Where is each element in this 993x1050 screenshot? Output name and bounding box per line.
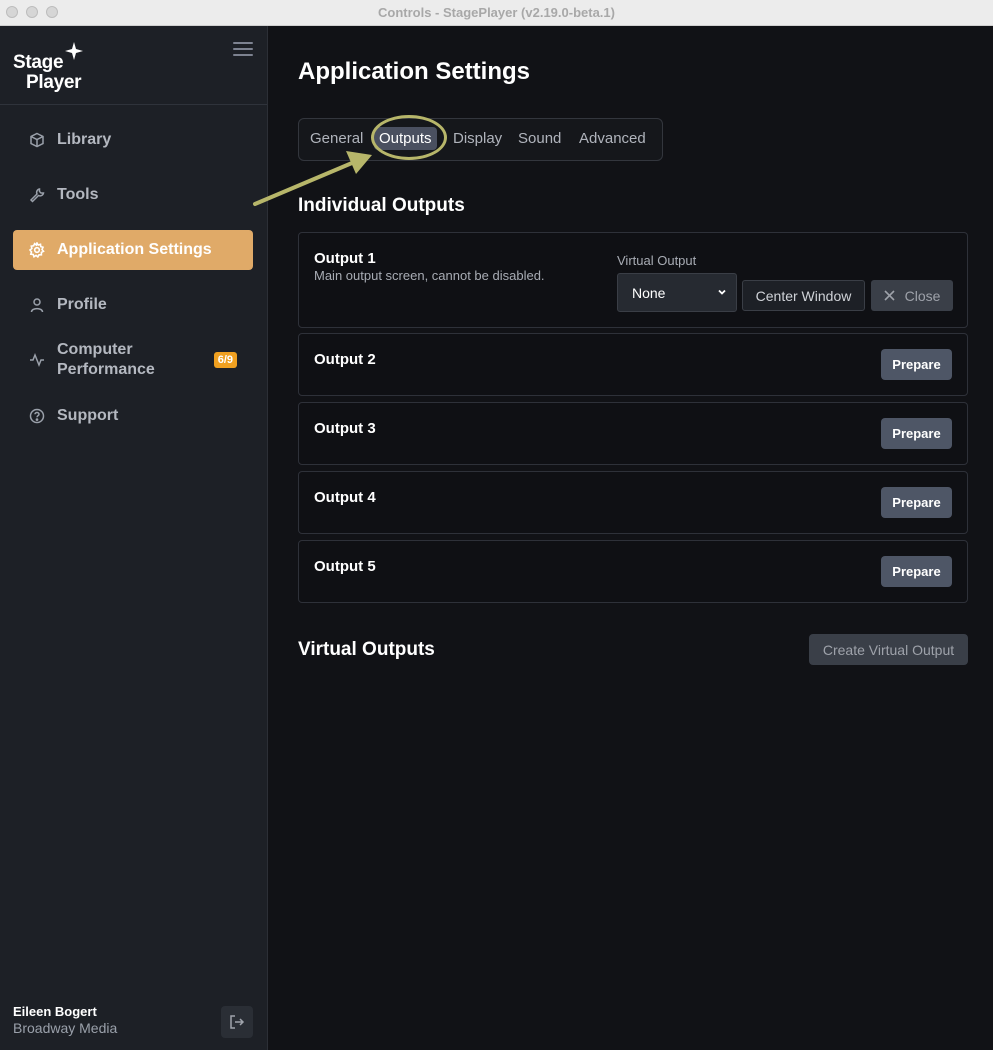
virtual-output-select[interactable]: None — [617, 273, 737, 312]
sidebar: Stage Player Library Tools Application S… — [0, 26, 268, 1050]
sidebar-item-application-settings[interactable]: Application Settings — [13, 230, 253, 270]
sidebar-item-computer-performance[interactable]: Computer Performance 6/9 — [13, 339, 253, 381]
sidebar-item-label: Support — [57, 407, 119, 424]
center-window-button[interactable]: Center Window — [742, 280, 865, 311]
output-card-4: Output 4 Prepare — [298, 471, 968, 534]
user-icon — [28, 296, 46, 314]
help-circle-icon — [28, 407, 46, 425]
virtual-output-label: Virtual Output — [617, 253, 697, 268]
sidebar-item-label: Tools — [57, 186, 99, 203]
output-title: Output 5 — [314, 558, 376, 575]
performance-badge: 6/9 — [213, 352, 237, 368]
sidebar-item-label: Application Settings — [57, 241, 212, 258]
output-description: Main output screen, cannot be disabled. — [314, 268, 545, 283]
sidebar-item-label: Computer Performance — [57, 340, 155, 380]
prepare-button[interactable]: Prepare — [881, 487, 952, 518]
individual-outputs-title: Individual Outputs — [298, 195, 465, 216]
output-card-5: Output 5 Prepare — [298, 540, 968, 603]
logo-line2: Player — [26, 72, 82, 93]
sidebar-item-label: Profile — [57, 296, 107, 313]
close-output-button[interactable]: Close — [871, 280, 953, 311]
tab-outputs[interactable]: Outputs — [374, 127, 437, 150]
page-title: Application Settings — [298, 58, 531, 85]
logo-line1: Stage — [13, 52, 64, 73]
chevron-down-icon — [718, 289, 726, 295]
wrench-icon — [28, 186, 46, 204]
close-icon — [884, 290, 895, 301]
window-title: Controls - StagePlayer (v2.19.0-beta.1) — [378, 5, 615, 20]
output-card-2: Output 2 Prepare — [298, 333, 968, 396]
sidebar-item-label-line2: Performance — [57, 361, 155, 378]
cube-icon — [28, 131, 46, 149]
prepare-button[interactable]: Prepare — [881, 349, 952, 380]
close-output-label: Close — [904, 287, 941, 304]
sidebar-item-library[interactable]: Library — [13, 128, 253, 152]
virtual-output-selected: None — [632, 284, 666, 301]
tab-general[interactable]: General — [310, 130, 363, 147]
tab-advanced[interactable]: Advanced — [579, 130, 646, 147]
menu-icon[interactable] — [233, 42, 253, 58]
tab-display[interactable]: Display — [453, 130, 502, 147]
gear-icon — [28, 241, 46, 259]
activity-icon — [28, 351, 46, 369]
create-virtual-output-button[interactable]: Create Virtual Output — [809, 634, 968, 665]
app-logo: Stage Player — [13, 42, 103, 94]
prepare-button[interactable]: Prepare — [881, 418, 952, 449]
logout-icon — [230, 1015, 245, 1029]
output-title: Output 3 — [314, 420, 376, 437]
settings-tabs: General Outputs Display Sound Advanced — [298, 118, 663, 161]
window-titlebar: Controls - StagePlayer (v2.19.0-beta.1) — [0, 0, 993, 26]
sidebar-item-support[interactable]: Support — [13, 404, 253, 428]
user-name: Eileen Bogert — [13, 1004, 97, 1019]
output-title: Output 4 — [314, 489, 376, 506]
tab-sound[interactable]: Sound — [518, 130, 561, 147]
user-org: Broadway Media — [13, 1020, 118, 1036]
logout-button[interactable] — [221, 1006, 253, 1038]
output-card-3: Output 3 Prepare — [298, 402, 968, 465]
output-title: Output 2 — [314, 351, 376, 368]
sidebar-item-label: Library — [57, 131, 112, 148]
sparkle-icon — [65, 42, 83, 60]
sidebar-divider — [0, 104, 267, 105]
user-info: Eileen Bogert Broadway Media — [13, 1004, 117, 1036]
prepare-button[interactable]: Prepare — [881, 556, 952, 587]
sidebar-item-tools[interactable]: Tools — [13, 183, 253, 207]
sidebar-item-profile[interactable]: Profile — [13, 293, 253, 317]
virtual-outputs-title: Virtual Outputs — [298, 639, 435, 660]
output-title: Output 1 — [314, 250, 376, 267]
sidebar-item-label-line1: Computer — [57, 341, 133, 358]
output-card-1: Output 1 Main output screen, cannot be d… — [298, 232, 968, 328]
main-content: Application Settings General Outputs Dis… — [268, 26, 993, 1050]
